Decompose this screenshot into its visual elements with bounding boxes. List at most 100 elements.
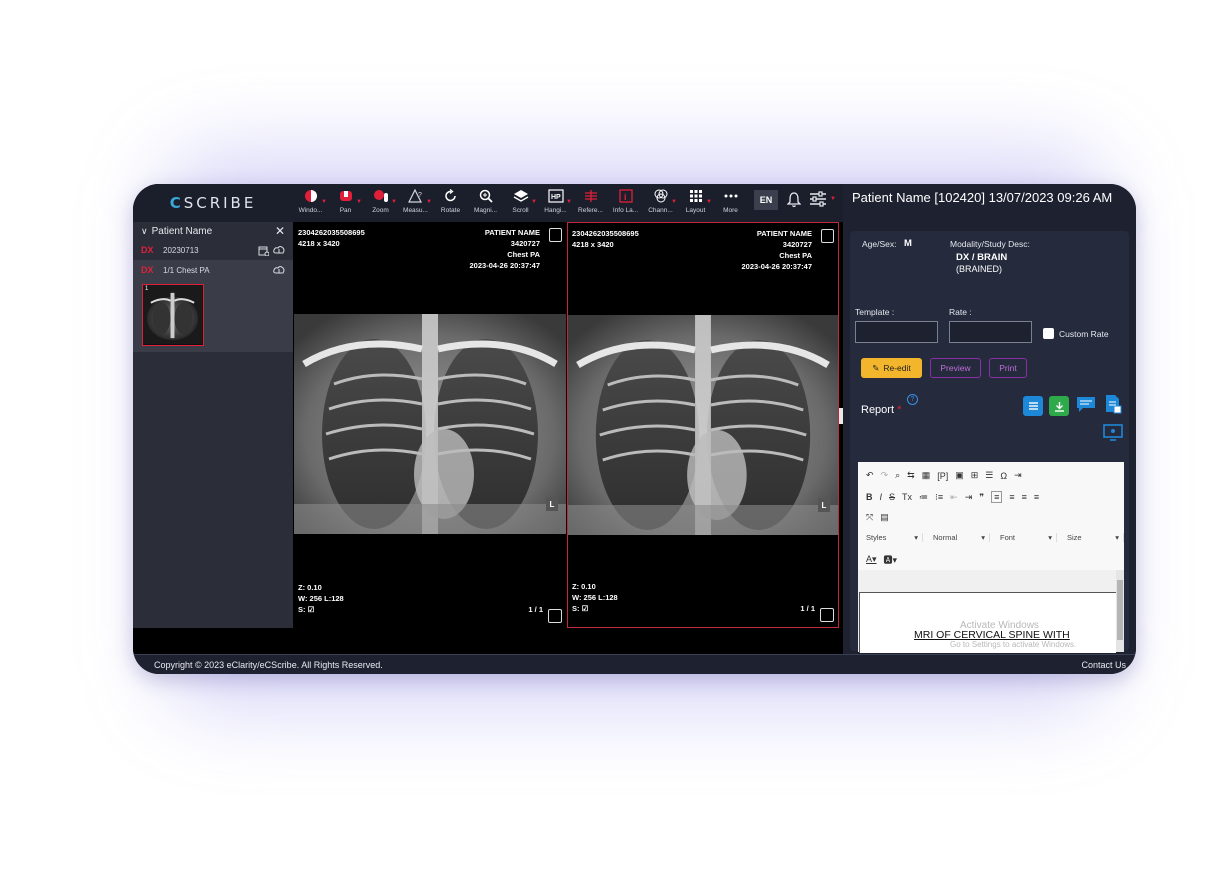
- save-icon[interactable]: [820, 608, 834, 622]
- size-select[interactable]: Size ▾: [1067, 533, 1124, 542]
- tool-pan-button[interactable]: Pan ▼: [328, 188, 363, 220]
- monitor-icon[interactable]: [1103, 423, 1123, 443]
- viewport-1[interactable]: 2304262035508695 4218 x 3420 PATIENT NAM…: [294, 222, 566, 628]
- dropdown-caret-icon[interactable]: ▼: [531, 199, 537, 205]
- dropdown-caret-icon[interactable]: ▼: [321, 199, 327, 205]
- image-icon[interactable]: ▣: [955, 470, 964, 481]
- snapshot-icon[interactable]: [549, 228, 562, 242]
- placeholder-icon[interactable]: [P]: [937, 471, 948, 481]
- dropdown-caret-icon[interactable]: ▼: [566, 199, 572, 205]
- more-icon: [722, 188, 740, 204]
- dropdown-caret-icon[interactable]: ▼: [391, 199, 397, 205]
- tool-label: Chann...: [648, 207, 673, 214]
- sliders-settings-icon[interactable]: [809, 191, 827, 207]
- svg-text:?: ?: [418, 192, 422, 199]
- bullet-list-icon[interactable]: ⁝≡: [935, 492, 943, 503]
- chat-comment-icon[interactable]: [1076, 395, 1096, 415]
- custom-rate-checkbox[interactable]: [1043, 328, 1054, 339]
- styles-select[interactable]: Styles ▾: [866, 533, 923, 542]
- snapshot-icon[interactable]: [821, 229, 834, 243]
- tool-hanging-protocol-button[interactable]: HP Hangi... ▼: [538, 188, 573, 220]
- viewport-2[interactable]: 2304262035508695 4218 x 3420 PATIENT NAM…: [567, 222, 839, 628]
- viewport-info-top-right: PATIENT NAME 3420727 Chest PA 2023-04-26…: [741, 229, 812, 271]
- redo-icon[interactable]: ↷: [881, 470, 889, 481]
- download-icon[interactable]: [1049, 396, 1069, 416]
- replace-icon[interactable]: ⇆: [907, 470, 915, 481]
- rotate-icon: [442, 188, 460, 204]
- tool-zoom-button[interactable]: Zoom ▼: [363, 188, 398, 220]
- tool-reference-line-button[interactable]: Refere...: [573, 188, 608, 220]
- indent-icon[interactable]: ⇥: [965, 492, 973, 503]
- italic-icon[interactable]: I: [880, 492, 883, 502]
- preview-button[interactable]: Preview: [930, 358, 981, 378]
- channel-icon: [652, 188, 670, 204]
- dropdown-caret-icon[interactable]: ▼: [706, 199, 712, 205]
- align-center-icon[interactable]: ≡: [1009, 492, 1014, 502]
- study-row[interactable]: DX 20230713: [133, 240, 293, 260]
- save-icon[interactable]: [548, 609, 562, 623]
- text-color-icon[interactable]: A▾: [866, 554, 877, 565]
- reedit-button[interactable]: ✎ Re-edit: [861, 358, 922, 378]
- rate-label: Rate :: [949, 307, 972, 317]
- editor-toolbar: ↶ ↷ ⌕ ⇆ ▦ [P] ▣ ⊞ ☰ Ω ⇥ B I S Tx ≔ ⁝≡ ⇤ …: [858, 462, 1124, 571]
- calendar-refresh-icon[interactable]: [258, 245, 269, 256]
- special-char-icon[interactable]: Ω: [1000, 471, 1007, 481]
- font-select[interactable]: Font ▾: [1000, 533, 1057, 542]
- tool-window-level-button[interactable]: Windo... ▼: [293, 188, 328, 220]
- print-button[interactable]: Print: [989, 358, 1027, 378]
- close-icon[interactable]: ✕: [275, 224, 285, 238]
- numbered-list-icon[interactable]: ≔: [919, 492, 928, 503]
- tool-magnify-button[interactable]: Magni...: [468, 188, 503, 220]
- editor-scrollbar[interactable]: [1116, 570, 1124, 652]
- source-icon[interactable]: ▤: [880, 512, 889, 523]
- language-button[interactable]: EN: [754, 190, 778, 210]
- undo-icon[interactable]: ↶: [866, 470, 874, 481]
- tool-more-button[interactable]: More: [713, 188, 748, 220]
- hanging-protocol-icon: HP: [547, 188, 565, 204]
- sidebar-header: ∨ Patient Name ✕: [133, 222, 293, 240]
- cloud-download-icon[interactable]: [273, 245, 285, 256]
- dropdown-caret-icon[interactable]: ▼: [671, 199, 677, 205]
- justify-icon[interactable]: ≡: [1034, 492, 1039, 502]
- horizontal-line-icon[interactable]: ☰: [985, 470, 993, 481]
- maximize-icon[interactable]: ⤧: [866, 512, 873, 523]
- patient-header: Patient Name [102420] 13/07/2023 09:26 A…: [852, 190, 1113, 205]
- select-all-icon[interactable]: ▦: [922, 470, 931, 481]
- chevron-down-icon[interactable]: ∨: [141, 226, 148, 237]
- series-thumbnail[interactable]: 1: [142, 284, 204, 346]
- help-icon[interactable]: ?: [907, 394, 918, 405]
- dropdown-caret-icon[interactable]: ▼: [356, 199, 362, 205]
- align-left-icon[interactable]: ≡: [991, 491, 1003, 503]
- list-icon[interactable]: [1023, 396, 1043, 416]
- tool-scroll-layers-button[interactable]: Scroll ▼: [503, 188, 538, 220]
- bold-icon[interactable]: B: [866, 492, 873, 502]
- format-select[interactable]: Normal ▾: [933, 533, 990, 542]
- tool-channel-button[interactable]: Chann... ▼: [643, 188, 678, 220]
- editor-page[interactable]: Activate Windows MRI OF CERVICAL SPINE W…: [859, 592, 1116, 653]
- settings-dropdown-caret[interactable]: ▼: [830, 196, 836, 202]
- blockquote-icon[interactable]: ❞: [979, 492, 984, 503]
- activation-watermark-sub: Go to Settings to activate Windows.: [950, 640, 1077, 649]
- tool-measure-button[interactable]: ? Measu... ▼: [398, 188, 433, 220]
- document-export-icon[interactable]: [1103, 394, 1123, 414]
- clear-format-icon[interactable]: Tx: [902, 492, 912, 502]
- report-editor[interactable]: ↶ ↷ ⌕ ⇆ ▦ [P] ▣ ⊞ ☰ Ω ⇥ B I S Tx ≔ ⁝≡ ⇤ …: [858, 462, 1124, 653]
- page-break-icon[interactable]: ⇥: [1014, 470, 1022, 481]
- find-icon[interactable]: ⌕: [895, 470, 900, 481]
- dropdown-caret-icon[interactable]: ▼: [426, 199, 432, 205]
- table-icon[interactable]: ⊞: [971, 470, 979, 481]
- background-color-icon[interactable]: 🅰▾: [884, 553, 898, 566]
- editor-document-area[interactable]: Activate Windows MRI OF CERVICAL SPINE W…: [858, 570, 1116, 653]
- template-input[interactable]: [855, 321, 938, 343]
- tool-info-layer-button[interactable]: i Info La...: [608, 188, 643, 220]
- align-right-icon[interactable]: ≡: [1022, 492, 1027, 502]
- tool-rotate-button[interactable]: Rotate: [433, 188, 468, 220]
- rate-input[interactable]: [949, 321, 1032, 343]
- contact-us-link[interactable]: Contact Us: [1081, 660, 1126, 670]
- tool-layout-grid-button[interactable]: Layout ▼: [678, 188, 713, 220]
- series-row[interactable]: DX 1/1 Chest PA: [133, 260, 293, 280]
- bell-icon[interactable]: [787, 192, 801, 208]
- outdent-icon[interactable]: ⇤: [950, 492, 958, 503]
- strike-icon[interactable]: S: [889, 492, 895, 502]
- cloud-download-icon[interactable]: [273, 265, 285, 276]
